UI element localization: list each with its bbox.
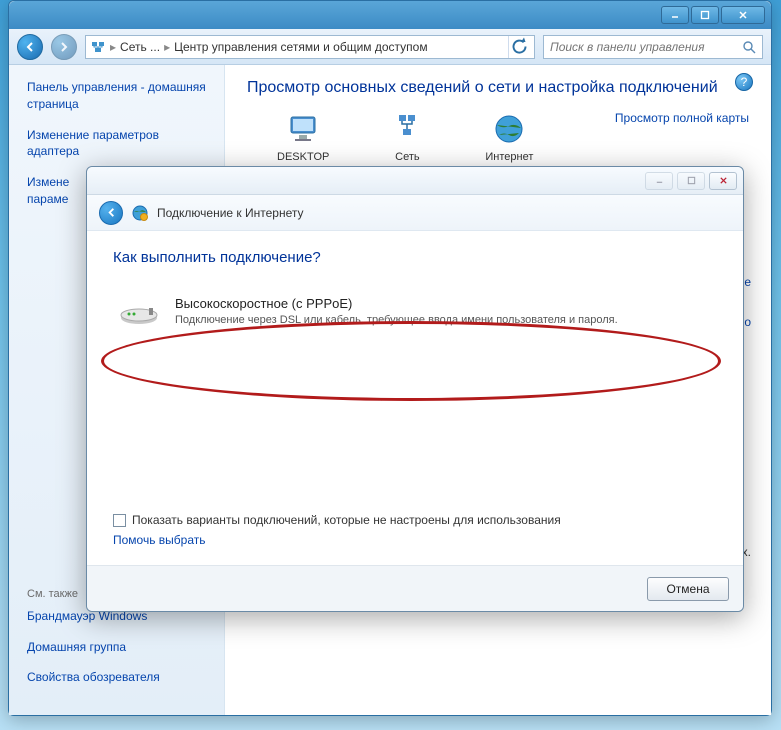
dialog-question: Как выполнить подключение? (113, 249, 717, 266)
dialog-body: Как выполнить подключение? Высокоскорост… (87, 231, 743, 565)
breadcrumb-center[interactable]: Центр управления сетями и общим доступом (174, 40, 428, 54)
help-button[interactable]: ? (735, 73, 753, 91)
internet-label: Интернет (485, 151, 533, 163)
breadcrumb-sep-icon: ▸ (110, 40, 116, 54)
page-title: Просмотр основных сведений о сети и наст… (247, 79, 749, 97)
nav-back-button[interactable] (17, 34, 43, 60)
minimize-button[interactable] (661, 6, 689, 24)
dialog-title: Подключение к Интернету (157, 206, 304, 220)
show-unconfigured-label: Показать варианты подключений, которые н… (132, 513, 561, 527)
maximize-button[interactable] (691, 6, 719, 24)
dialog-titlebar (87, 167, 743, 195)
network-icon-col: Сеть (389, 111, 425, 163)
search-input[interactable] (550, 40, 738, 54)
dialog-back-button[interactable] (99, 201, 123, 225)
desktop-label: DESKTOP (277, 151, 329, 163)
window-titlebar (9, 1, 771, 29)
desktop-icon (285, 111, 321, 147)
show-unconfigured-checkbox[interactable]: Показать варианты подключений, которые н… (113, 513, 717, 527)
dialog-footer-area: Показать варианты подключений, которые н… (113, 513, 717, 547)
this-pc-icon-col: DESKTOP (277, 111, 329, 163)
address-bar[interactable]: ▸ Сеть ... ▸ Центр управления сетями и о… (85, 35, 535, 59)
homegroup-link[interactable]: Домашняя группа (27, 639, 206, 656)
dialog-maximize-button[interactable] (677, 172, 705, 190)
option-description: Подключение через DSL или кабель, требую… (175, 313, 618, 328)
cancel-button[interactable]: Отмена (647, 577, 729, 601)
breadcrumb-sep-icon: ▸ (164, 40, 170, 54)
control-panel-home-link[interactable]: Панель управления - домашняя страница (27, 79, 206, 113)
checkbox-icon (113, 514, 126, 527)
dialog-header: Подключение к Интернету (87, 195, 743, 231)
connect-to-internet-dialog: Подключение к Интернету Как выполнить по… (86, 166, 744, 612)
search-icon (742, 40, 756, 54)
close-button[interactable] (721, 6, 765, 24)
modem-icon (117, 296, 161, 326)
change-adapter-settings-link[interactable]: Изменение параметров адаптера (27, 127, 206, 161)
network-icon (90, 39, 106, 55)
option-title: Высокоскоростное (с PPPoE) (175, 296, 618, 311)
nav-forward-button[interactable] (51, 34, 77, 60)
refresh-button[interactable] (508, 36, 530, 58)
help-choose-link[interactable]: Помочь выбрать (113, 533, 717, 547)
dialog-button-row: Отмена (87, 565, 743, 611)
internet-icon-col: Интернет (485, 111, 533, 163)
network-hub-icon (389, 111, 425, 147)
network-label: Сеть (395, 151, 419, 163)
internet-options-link[interactable]: Свойства обозревателя (27, 669, 206, 686)
globe-icon (491, 111, 527, 147)
search-box[interactable] (543, 35, 763, 59)
dialog-minimize-button[interactable] (645, 172, 673, 190)
pppoe-option[interactable]: Высокоскоростное (с PPPoE) Подключение ч… (113, 290, 717, 334)
dialog-close-button[interactable] (709, 172, 737, 190)
toolbar-row: ▸ Сеть ... ▸ Центр управления сетями и о… (9, 29, 771, 65)
view-full-map-link[interactable]: Просмотр полной карты (615, 111, 749, 125)
wizard-globe-icon (131, 204, 149, 222)
breadcrumb-network[interactable]: Сеть ... (120, 40, 160, 54)
option-text: Высокоскоростное (с PPPoE) Подключение ч… (175, 296, 618, 328)
